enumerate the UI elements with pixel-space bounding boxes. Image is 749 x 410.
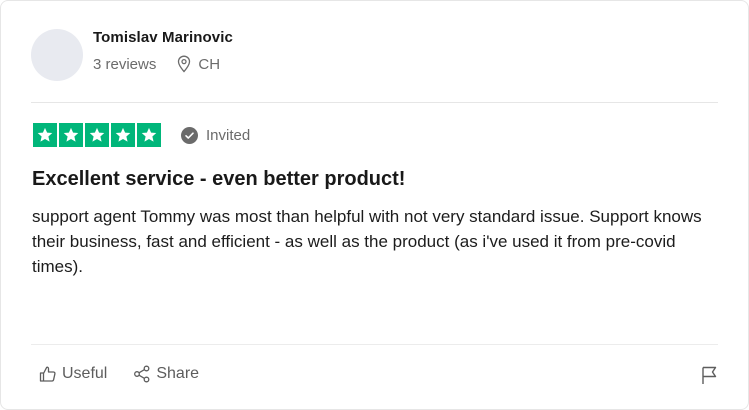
star-icon: [59, 123, 83, 147]
flag-icon: [702, 366, 717, 384]
location-pin-icon: [178, 55, 191, 73]
reviewer-info: Tomislav Marinovic 3 reviews CH: [93, 29, 233, 73]
reviewer-name[interactable]: Tomislav Marinovic: [93, 29, 233, 46]
invited-badge[interactable]: Invited: [181, 126, 251, 144]
reviews-count: 3 reviews: [93, 55, 157, 73]
header-divider: [31, 102, 718, 103]
reviewer-location: CH: [176, 55, 220, 73]
star-rating: [33, 123, 161, 147]
country-code: CH: [198, 55, 221, 73]
useful-label: Useful: [62, 365, 108, 382]
reviewer-header: Tomislav Marinovic 3 reviews CH: [31, 29, 233, 81]
review-title[interactable]: Excellent service - even better product!: [32, 168, 405, 191]
share-button[interactable]: Share: [133, 365, 199, 383]
footer-divider: [31, 344, 718, 345]
star-icon: [85, 123, 109, 147]
invited-label: Invited: [206, 126, 251, 144]
report-button[interactable]: [701, 365, 719, 388]
star-icon: [33, 123, 57, 147]
thumbs-up-icon: [39, 366, 56, 382]
check-circle-icon: [181, 126, 198, 144]
share-label: Share: [156, 365, 200, 382]
review-body: support agent Tommy was most than helpfu…: [32, 207, 702, 276]
useful-button[interactable]: Useful: [39, 365, 107, 383]
share-icon: [134, 365, 150, 383]
star-icon: [137, 123, 161, 147]
star-icon: [111, 123, 135, 147]
review-actions: Useful Share: [39, 365, 199, 383]
reviewer-meta: 3 reviews CH: [93, 55, 233, 73]
rating-row: Invited: [33, 123, 250, 147]
review-card: Tomislav Marinovic 3 reviews CH Invited …: [0, 0, 749, 410]
avatar[interactable]: [31, 29, 83, 81]
